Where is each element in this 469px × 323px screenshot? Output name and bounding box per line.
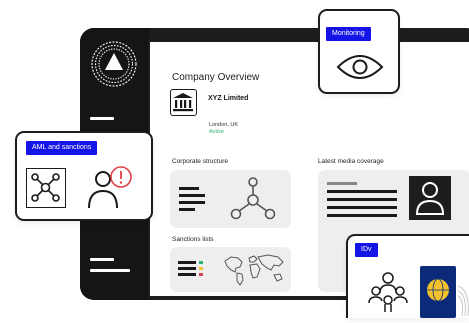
corporate-structure-label: Corporate structure — [172, 158, 228, 165]
latest-media-label: Latest media coverage — [318, 158, 384, 165]
bank-icon — [170, 89, 197, 116]
company-location: London, UK — [209, 122, 239, 128]
sidebar-nav-item[interactable] — [90, 117, 114, 120]
sidebar-nav-item[interactable] — [90, 258, 114, 261]
sanctions-lists-label: Sanctions lists — [172, 236, 214, 243]
aml-panel[interactable]: AML and sanctions — [15, 131, 153, 221]
idv-panel[interactable]: IDv — [346, 234, 469, 318]
person-icon — [415, 182, 445, 215]
eye-icon — [336, 55, 384, 79]
idv-tag: IDv — [355, 243, 378, 257]
fingerprint-icon — [457, 285, 469, 317]
monitoring-panel[interactable]: Monitoring — [318, 9, 400, 94]
world-map-icon — [224, 254, 284, 286]
sanctions-lists-card[interactable] — [170, 247, 291, 292]
text-lines-icon — [179, 187, 205, 211]
page-title: Company Overview — [172, 72, 260, 83]
passport-icon — [420, 266, 456, 318]
aml-tag: AML and sanctions — [26, 141, 98, 155]
structure-tree-icon — [230, 177, 276, 220]
status-dot-green — [199, 261, 203, 264]
company-name: XYZ Limited — [208, 95, 249, 102]
status-dot-amber — [199, 267, 203, 270]
status-dot-red — [199, 273, 203, 276]
person-photo — [409, 176, 451, 220]
alert-icon — [110, 166, 132, 188]
article-lines — [327, 182, 397, 217]
sidebar-nav-item[interactable] — [90, 269, 130, 272]
monitoring-tag: Monitoring — [326, 27, 371, 41]
sanctions-rows — [178, 261, 203, 276]
status-badge: Active — [209, 129, 224, 135]
logo-icon — [91, 41, 137, 87]
network-icon — [26, 168, 66, 208]
group-icon — [368, 272, 408, 312]
corporate-structure-card[interactable] — [170, 170, 291, 228]
